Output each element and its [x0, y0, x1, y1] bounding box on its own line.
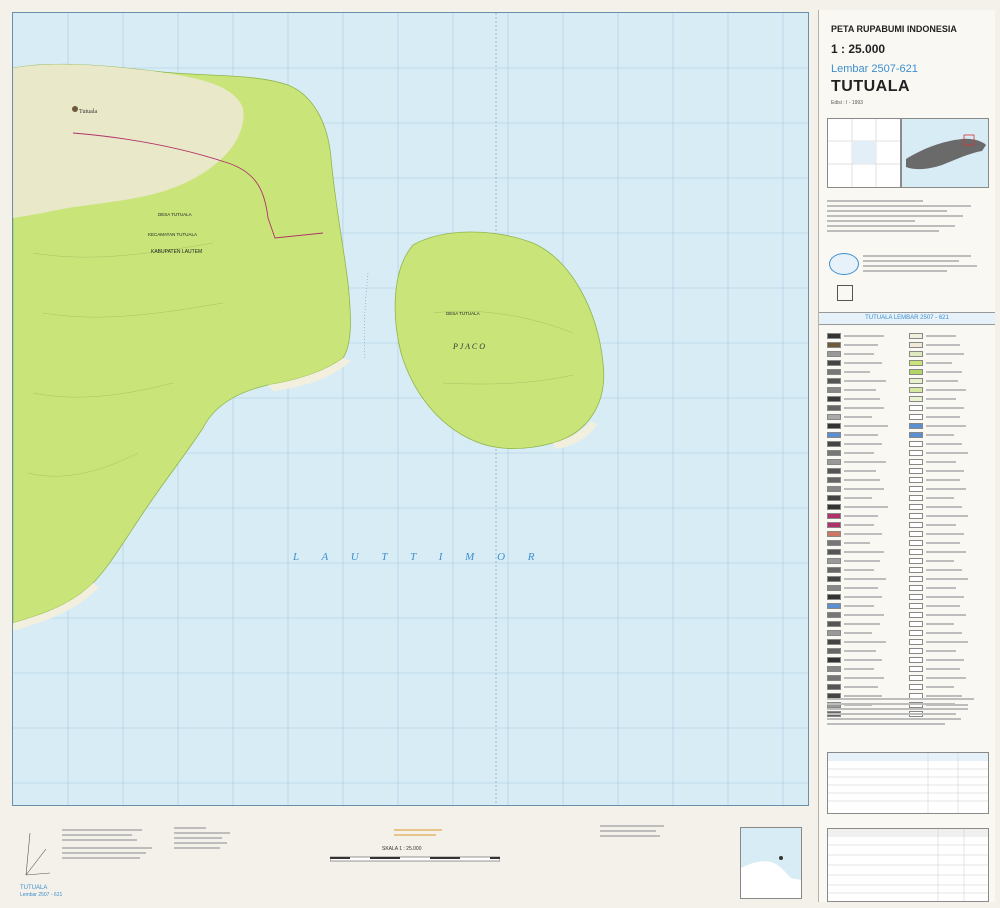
- mainland-landmass[interactable]: [13, 63, 351, 631]
- footer-sheet-number: Lembar 2507 - 621: [20, 892, 63, 898]
- desa-label-left: DESA TUTUALA: [158, 212, 192, 217]
- publisher-text: [863, 255, 983, 275]
- declination-notes: [62, 829, 162, 862]
- location-svg: [906, 134, 986, 170]
- footer-sheet-name: TUTUALA: [20, 885, 48, 891]
- coordinate-table-1: [827, 752, 989, 814]
- admin-index-svg: [741, 856, 801, 898]
- index-grid-diagram: [827, 118, 901, 188]
- contour-interval-note: [394, 829, 454, 836]
- sheet-number: Lembar 2507-621: [831, 63, 918, 75]
- scale-bar: [330, 856, 500, 862]
- kecamatan-label: KECAMATAN TUTUALA: [148, 232, 197, 237]
- village-marker[interactable]: [72, 106, 78, 112]
- series-title: PETA RUPABUMI INDONESIA: [831, 24, 957, 34]
- edition: Edisi : I - 1993: [831, 100, 863, 106]
- map-notes: [827, 698, 987, 728]
- sea-label: L A U T T I M O R: [292, 551, 545, 563]
- legend-panel: PETA RUPABUMI INDONESIA 1 : 25.000 Lemba…: [818, 10, 995, 902]
- map-specs: [827, 200, 987, 235]
- admin-index-map: [740, 827, 802, 899]
- index-grid-svg: [828, 119, 900, 187]
- scale-caption: SKALA 1 : 25.000: [382, 846, 422, 852]
- scale-title: 1 : 25.000: [831, 42, 886, 56]
- map-frame[interactable]: Tutuala DESA TUTUALA KECAMATAN TUTUALA K…: [12, 12, 809, 806]
- pjaco-island[interactable]: [394, 231, 605, 449]
- island-label: P J A C O: [452, 342, 485, 351]
- legend-left-column: [827, 332, 905, 719]
- north-arrow-icon: [25, 832, 51, 876]
- footer-legend-small: [174, 827, 254, 852]
- legend-right-column: [909, 332, 989, 719]
- sheet-name: TUTUALA: [831, 78, 911, 95]
- map-canvas[interactable]: Tutuala DESA TUTUALA KECAMATAN TUTUALA K…: [13, 13, 808, 805]
- kabupaten-label: KABUPATEN LAUTEM: [151, 249, 202, 255]
- band-title: TUTUALA LEMBAR 2507 - 621: [819, 312, 995, 325]
- printer-logo: [837, 285, 853, 301]
- coordinate-table-2-svg: [828, 829, 988, 901]
- village-label: Tutuala: [79, 109, 97, 115]
- coordinate-table-1-svg: [828, 753, 988, 813]
- map-sheet: Tutuala DESA TUTUALA KECAMATAN TUTUALA K…: [0, 0, 1000, 908]
- adjoining-sheets-note: [600, 825, 680, 837]
- location-diagram: [901, 118, 989, 188]
- desa-label-island: DESA TUTUALA: [446, 311, 480, 316]
- map-footer: TUTUALA Lembar 2507 - 621 SKALA 1 : 25.0…: [12, 815, 807, 900]
- bakosurtanal-logo: [829, 253, 859, 275]
- coordinate-table-2: [827, 828, 989, 902]
